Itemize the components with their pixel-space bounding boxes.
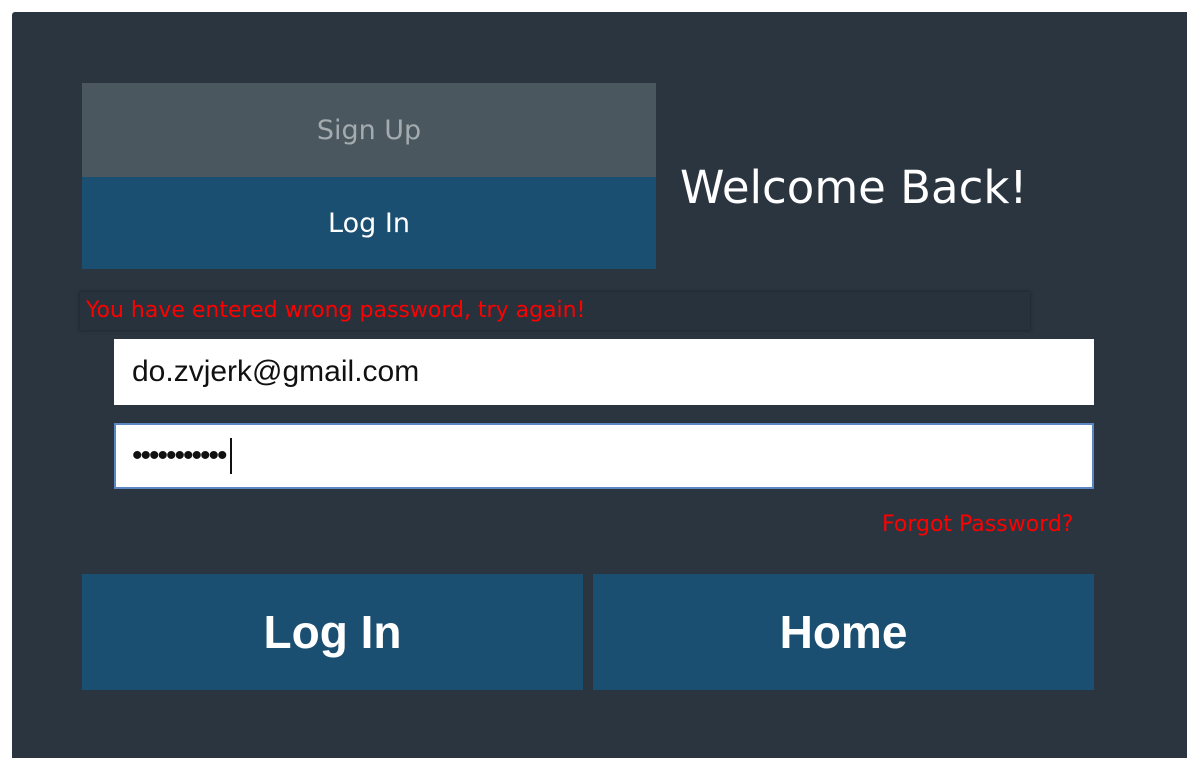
password-field[interactable]: •••••••••••: [114, 423, 1094, 489]
password-field-value: •••••••••••: [132, 439, 228, 472]
welcome-heading: Welcome Back!: [680, 161, 1028, 214]
home-button-label: Home: [779, 606, 908, 658]
tab-sign-up[interactable]: Sign Up: [82, 83, 656, 177]
log-in-button-label: Log In: [263, 606, 402, 658]
text-caret: [229, 438, 232, 474]
tab-log-in[interactable]: Log In: [82, 177, 656, 269]
email-field[interactable]: do.zvjerk@gmail.com: [114, 339, 1094, 405]
home-button[interactable]: Home: [593, 574, 1094, 690]
log-in-button[interactable]: Log In: [82, 574, 583, 690]
tab-sign-up-label: Sign Up: [316, 114, 422, 146]
forgot-password-link[interactable]: Forgot Password?: [882, 510, 1073, 540]
error-message: You have entered wrong password, try aga…: [86, 298, 586, 323]
email-field-value: do.zvjerk@gmail.com: [132, 355, 420, 388]
tab-log-in-label: Log In: [328, 207, 410, 239]
